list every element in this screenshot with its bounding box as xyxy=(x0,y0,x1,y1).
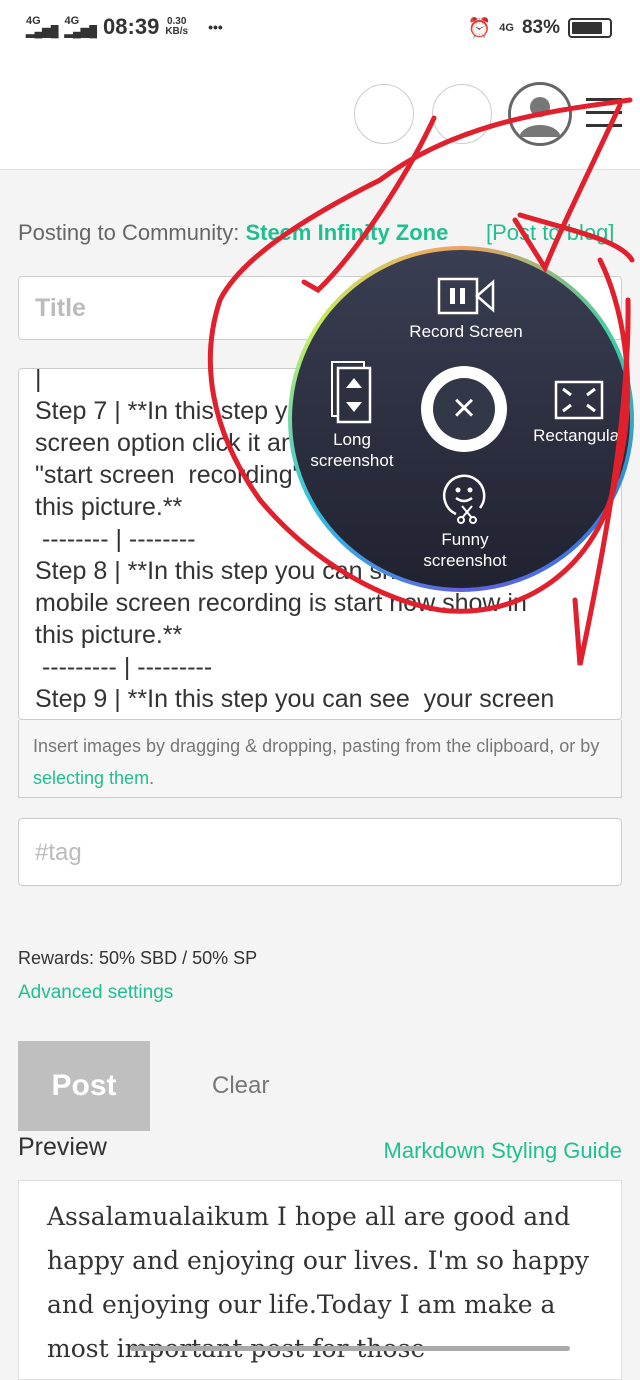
signal-icon: 4G ▂▄▆█ xyxy=(26,15,59,38)
preview-heading: Preview xyxy=(18,1133,107,1161)
avatar[interactable] xyxy=(508,82,572,146)
record-screen-button[interactable]: Record Screen xyxy=(396,276,536,342)
long-label: Long xyxy=(333,430,371,449)
clear-button[interactable]: Clear xyxy=(212,1072,269,1100)
posting-to: Posting to Community: Steem Infinity Zon… xyxy=(18,220,614,246)
post-to-blog-link[interactable]: [Post to blog] xyxy=(486,220,614,246)
long-screenshot-button[interactable]: Long screenshot xyxy=(302,360,402,471)
header-button[interactable] xyxy=(432,84,492,144)
close-button[interactable]: × xyxy=(421,366,507,452)
rectangular-button[interactable]: Rectangular xyxy=(524,380,634,446)
funny-label-2: screenshot xyxy=(423,551,507,570)
screenshot-menu: Record Screen Long screenshot × Rectangu… xyxy=(288,246,634,592)
posting-label: Posting to Community: xyxy=(18,220,240,245)
menu-icon[interactable] xyxy=(586,98,622,137)
select-images-link[interactable]: selecting them xyxy=(33,768,149,788)
close-icon: × xyxy=(433,378,495,440)
funny-face-scissors-icon xyxy=(442,474,486,524)
post-button[interactable]: Post xyxy=(18,1041,150,1131)
hint-text: Insert images by dragging & dropping, pa… xyxy=(33,736,600,756)
signal-icon: 4G ▂▄▆█ xyxy=(64,15,98,38)
long-label-2: screenshot xyxy=(310,451,394,470)
record-label: Record Screen xyxy=(409,322,523,341)
community-link[interactable]: Steem Infinity Zone xyxy=(245,220,448,245)
advanced-settings-link[interactable]: Advanced settings xyxy=(18,982,173,1004)
clock: 08:39 xyxy=(103,14,160,39)
tag-input[interactable]: #tag xyxy=(18,818,622,886)
long-screenshot-icon xyxy=(331,361,372,424)
funny-label: Funny xyxy=(441,530,489,549)
upload-hint: Insert images by dragging & dropping, pa… xyxy=(18,720,622,798)
header-button[interactable] xyxy=(354,84,414,144)
net-speed: 0.30 KB/s xyxy=(165,16,189,37)
app-header xyxy=(0,60,640,170)
network-icon: 4G xyxy=(499,22,514,34)
hint-end: . xyxy=(149,768,155,788)
funny-screenshot-button[interactable]: Funny screenshot xyxy=(406,472,524,571)
status-bar: 4G ▂▄▆█ 4G ▂▄▆█ 08:39 0.30 KB/s ••• ⏰ 4G 83… xyxy=(0,0,640,60)
more-icon: ••• xyxy=(208,19,223,35)
scrollbar[interactable] xyxy=(130,1346,570,1351)
battery-percent: 83% xyxy=(521,17,560,38)
expand-icon xyxy=(554,380,604,420)
battery-icon xyxy=(568,18,612,38)
alarm-icon: ⏰ xyxy=(467,18,492,39)
video-camera-icon xyxy=(437,277,495,315)
rewards-text: Rewards: 50% SBD / 50% SP xyxy=(18,948,258,968)
markdown-guide-link[interactable]: Markdown Styling Guide xyxy=(384,1138,622,1164)
rectangular-label: Rectangular xyxy=(533,426,625,445)
